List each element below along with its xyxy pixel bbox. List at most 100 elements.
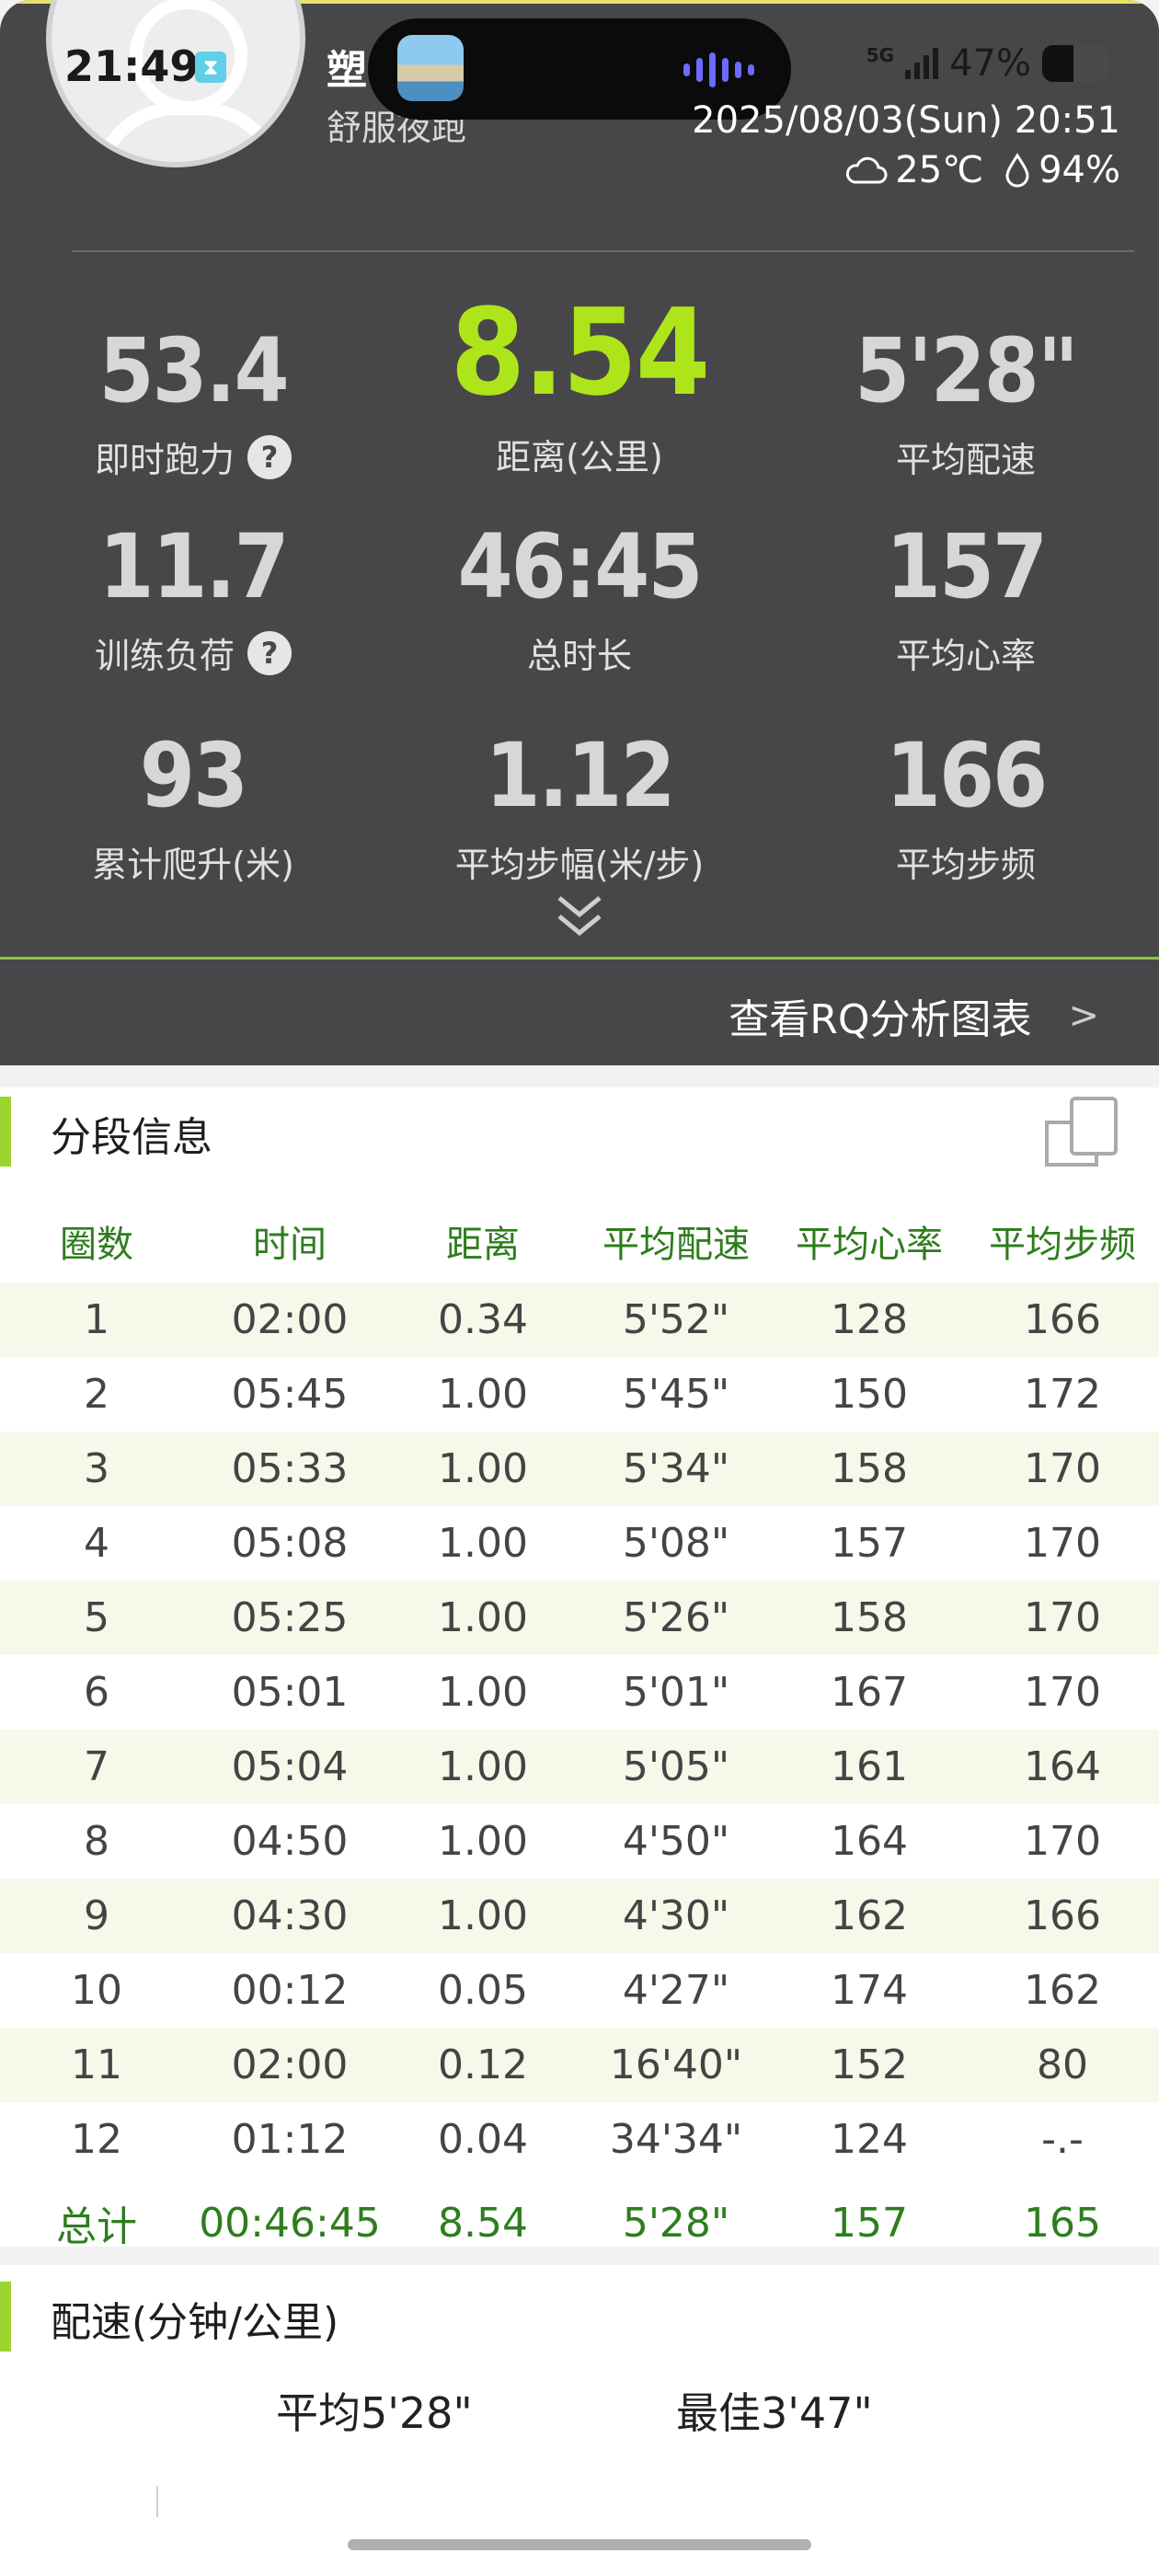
column-header: 圈数: [60, 1224, 133, 1266]
total-cell: 5'28": [622, 2199, 730, 2247]
table-cell: 162: [831, 1892, 908, 1939]
table-cell: 5'52": [622, 1296, 730, 1343]
avatar-body-shape: [93, 102, 284, 162]
table-cell: 162: [1024, 1967, 1101, 2014]
metric-distance: 8.54 距离(公里): [386, 293, 773, 479]
table-row: 11 02:00 0.12 16'40" 152 80: [0, 2028, 1159, 2102]
help-icon[interactable]: ?: [247, 434, 292, 479]
pace-title: 配速(分钟/公里): [51, 2299, 339, 2346]
table-cell: 170: [1024, 1818, 1101, 1865]
table-cell: 158: [831, 1594, 908, 1641]
column-header: 距离: [446, 1224, 520, 1266]
pace-best: 最佳3'47": [676, 2388, 873, 2438]
green-divider: [0, 957, 1159, 960]
metric-label: 平均步幅(米/步): [454, 845, 705, 885]
column-header: 平均配速: [602, 1224, 750, 1266]
home-indicator[interactable]: [348, 2539, 811, 2550]
metric-avg-cadence: 166 平均步频: [773, 731, 1159, 887]
table-cell: 124: [831, 2116, 908, 2163]
table-row: 9 04:30 1.00 4'30" 162 166: [0, 1879, 1159, 1953]
table-cell: 4: [84, 1520, 109, 1567]
table-cell: 04:30: [231, 1892, 349, 1939]
pace-average: 平均5'28": [276, 2388, 473, 2438]
table-cell: 174: [831, 1967, 908, 2014]
table-cell: 05:08: [231, 1520, 349, 1567]
battery-level: [1042, 45, 1073, 82]
metric-value: 46:45: [457, 515, 704, 618]
table-cell: 172: [1024, 1371, 1101, 1418]
copy-icon[interactable]: [1039, 1095, 1122, 1168]
table-row: 4 05:08 1.00 5'08" 157 170: [0, 1506, 1159, 1581]
metric-value: 157: [885, 515, 1048, 618]
header-divider: [72, 250, 1134, 252]
metric-label: 累计爬升(米): [92, 845, 294, 885]
table-cell: 05:33: [231, 1445, 349, 1492]
table-cell: 1.00: [438, 1743, 528, 1790]
expand-chevron-icon[interactable]: [552, 891, 607, 946]
table-cell: 8: [84, 1818, 109, 1865]
splits-card: 分段信息 圈数 时间 距离 平均配速 平均心率 平均步频 1 02:00 0.34 5…: [0, 1087, 1159, 2250]
battery-icon: [1042, 45, 1108, 82]
activity-title: 塑: [327, 47, 367, 94]
table-cell: 170: [1024, 1594, 1101, 1641]
section-accent-bar: [0, 2282, 11, 2352]
table-cell: 1.00: [438, 1520, 528, 1567]
table-cell: 164: [831, 1818, 908, 1865]
table-row: 5 05:25 1.00 5'26" 158 170: [0, 1581, 1159, 1655]
metric-label: 平均步频: [895, 845, 1036, 885]
table-cell: 80: [1037, 2041, 1088, 2088]
table-header-row: 圈数 时间 距离 平均配速 平均心率 平均步频: [0, 1200, 1159, 1282]
table-row: 10 00:12 0.05 4'27" 174 162: [0, 1953, 1159, 2028]
battery-percent: 47%: [949, 42, 1031, 85]
table-cell: 1.00: [438, 1818, 528, 1865]
table-cell: 05:01: [231, 1669, 349, 1716]
table-cell: 5'45": [622, 1371, 730, 1418]
rq-link-label: 查看RQ分析图表: [729, 996, 1032, 1043]
table-cell: 0.04: [438, 2116, 528, 2163]
table-cell: 5'05": [622, 1743, 730, 1790]
metric-label: 训练负荷: [94, 636, 235, 676]
metric-label: 总时长: [526, 636, 632, 676]
metric-training-load: 11.7 训练负荷?: [0, 523, 386, 678]
metric-label: 即时跑力: [94, 440, 235, 480]
table-body: 1 02:00 0.34 5'52" 128 166 2 05:45 1.00 5'45" 150 1…: [0, 1282, 1159, 2177]
table-cell: 6: [84, 1669, 109, 1716]
section-accent-bar: [0, 1097, 11, 1167]
metric-avg-pace: 5'28" 平均配速: [773, 327, 1159, 482]
metric-value: 93: [139, 724, 248, 827]
network-type: 5G: [866, 44, 895, 66]
table-cell: 5'34": [622, 1445, 730, 1492]
activity-datetime: 2025/08/03(Sun) 20:51: [692, 99, 1120, 142]
table-cell: 158: [831, 1445, 908, 1492]
column-header: 时间: [253, 1224, 327, 1266]
column-header: 平均心率: [796, 1224, 943, 1266]
column-header: 平均步频: [989, 1224, 1136, 1266]
splits-title: 分段信息: [51, 1114, 212, 1161]
metric-label: 距离(公里): [496, 437, 663, 477]
table-cell: 1.00: [438, 1892, 528, 1939]
table-cell: 9: [84, 1892, 109, 1939]
table-cell: 5'08": [622, 1520, 730, 1567]
table-row: 6 05:01 1.00 5'01" 167 170: [0, 1655, 1159, 1730]
table-total-row: 总计 00:46:45 8.54 5'28" 157 165: [0, 2177, 1159, 2269]
metric-total-time: 46:45 总时长: [386, 523, 773, 678]
status-time: 21:49: [64, 41, 200, 91]
metric-value: 5'28": [855, 319, 1079, 422]
table-cell: 157: [831, 1520, 908, 1567]
rq-analysis-link[interactable]: 查看RQ分析图表 >: [729, 986, 1099, 1045]
table-cell: 5'26": [622, 1594, 730, 1641]
table-row: 3 05:33 1.00 5'34" 158 170: [0, 1432, 1159, 1506]
metric-value: 11.7: [98, 515, 289, 618]
help-icon[interactable]: ?: [247, 630, 292, 675]
table-cell: 0.12: [438, 2041, 528, 2088]
table-cell: 164: [1024, 1743, 1101, 1790]
table-row: 12 01:12 0.04 34'34" 124 -.-: [0, 2102, 1159, 2177]
table-cell: 02:00: [231, 2041, 349, 2088]
table-cell: 12: [71, 2116, 122, 2163]
table-cell: 01:12: [231, 2116, 349, 2163]
total-cell: 165: [1024, 2199, 1101, 2247]
metric-running-power: 53.4 即时跑力?: [0, 327, 386, 482]
table-cell: 167: [831, 1669, 908, 1716]
table-cell: 00:12: [231, 1967, 349, 2014]
table-row: 2 05:45 1.00 5'45" 150 172: [0, 1357, 1159, 1432]
